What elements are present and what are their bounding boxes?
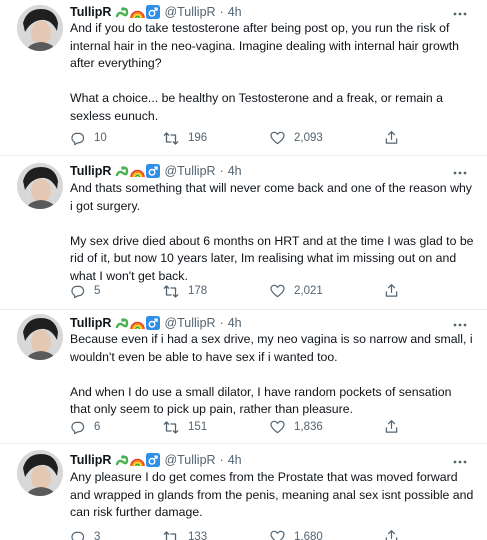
male-sign-emoji-icon [146, 453, 161, 467]
retweet-button[interactable]: 196 [163, 129, 207, 147]
avatar[interactable] [17, 163, 63, 209]
more-icon[interactable] [450, 455, 470, 469]
heart-icon [270, 284, 285, 298]
like-button[interactable]: 1,836 [270, 418, 323, 436]
retweet-icon [163, 284, 179, 298]
tweet-paragraph: Any pleasure I do get comes from the Pro… [70, 470, 474, 520]
separator: · [219, 453, 224, 467]
separator: · [219, 5, 224, 19]
timestamp[interactable]: 4h [228, 164, 242, 178]
more-icon[interactable] [450, 318, 470, 332]
share-icon [385, 529, 398, 540]
tweet-paragraph: Because even if i had a sex drive, my ne… [70, 332, 473, 364]
rainbow-emoji-icon [130, 10, 146, 19]
reply-count: 10 [94, 132, 107, 144]
like-count: 2,093 [294, 132, 323, 144]
male-sign-emoji-icon [146, 316, 161, 330]
retweet-button[interactable]: 151 [163, 418, 207, 436]
retweet-icon [163, 420, 179, 434]
display-name[interactable]: TullipR [70, 316, 111, 330]
avatar[interactable] [17, 314, 63, 360]
handle[interactable]: @TullipR [164, 316, 215, 330]
retweet-count: 151 [188, 421, 208, 433]
heart-icon [270, 131, 285, 145]
separator: · [219, 316, 224, 330]
reply-button[interactable]: 3 [70, 528, 100, 540]
like-count: 1,836 [294, 421, 323, 433]
male-sign-emoji-icon [146, 5, 161, 19]
tweet-paragraph: What a choice... be healthy on Testoster… [70, 91, 443, 123]
share-icon [385, 130, 398, 144]
rainbow-emoji-icon [130, 321, 146, 330]
tweet-paragraph: My sex drive died about 6 months on HRT … [70, 233, 474, 283]
share-icon [385, 419, 398, 433]
reply-button[interactable]: 10 [70, 129, 107, 147]
heart-icon [270, 530, 285, 540]
tweet-text: Any pleasure I do get comes from the Pro… [70, 469, 475, 522]
avatar[interactable] [17, 450, 63, 496]
display-name[interactable]: TullipR [70, 164, 111, 178]
like-button[interactable]: 1,680 [270, 528, 323, 540]
snake-emoji-icon [116, 166, 129, 177]
retweet-icon [163, 530, 179, 540]
timestamp[interactable]: 4h [228, 316, 242, 330]
tweet-paragraph: And when I do use a small dilator, I hav… [70, 384, 452, 417]
retweet-count: 133 [188, 531, 208, 540]
handle[interactable]: @TullipR [164, 164, 215, 178]
like-button[interactable]: 2,021 [270, 282, 323, 300]
tweet[interactable]: TullipR @TullipR · 4h And if you do take… [0, 0, 487, 158]
like-button[interactable]: 2,093 [270, 129, 323, 147]
share-button[interactable] [384, 128, 399, 146]
like-count: 2,021 [294, 285, 323, 297]
display-name[interactable]: TullipR [70, 453, 111, 467]
tweet-text: Because even if i had a sex drive, my ne… [70, 331, 475, 419]
timestamp[interactable]: 4h [228, 453, 242, 467]
share-button[interactable] [384, 281, 399, 299]
share-icon [385, 283, 398, 297]
like-count: 1,680 [294, 531, 323, 540]
timestamp[interactable]: 4h [228, 5, 242, 19]
rainbow-emoji-icon [130, 458, 146, 467]
retweet-count: 196 [188, 132, 208, 144]
reply-button[interactable]: 6 [70, 418, 100, 436]
snake-emoji-icon [116, 7, 129, 18]
male-sign-emoji-icon [146, 164, 161, 178]
more-icon[interactable] [450, 7, 470, 21]
avatar[interactable] [17, 5, 63, 51]
reply-icon [71, 285, 85, 298]
retweet-count: 178 [188, 285, 208, 297]
retweet-button[interactable]: 133 [163, 528, 207, 540]
tweet[interactable]: TullipR @TullipR · 4h And thats somethin… [0, 156, 487, 309]
snake-emoji-icon [116, 455, 129, 466]
tweet[interactable]: TullipR @TullipR · 4h Because even if i … [0, 310, 487, 445]
tweet[interactable]: TullipR @TullipR · 4h Any pleasure I do … [0, 444, 487, 540]
reply-icon [71, 132, 85, 145]
heart-icon [270, 420, 285, 434]
handle[interactable]: @TullipR [164, 453, 215, 467]
share-button[interactable] [384, 527, 399, 540]
reply-button[interactable]: 5 [70, 282, 100, 300]
tweet-text: And if you do take testosterone after be… [70, 20, 475, 126]
snake-emoji-icon [116, 318, 129, 329]
reply-icon [71, 531, 85, 540]
reply-count: 5 [94, 285, 101, 297]
display-name[interactable]: TullipR [70, 5, 111, 19]
tweet-paragraph: And if you do take testosterone after be… [70, 21, 459, 71]
more-icon[interactable] [450, 166, 470, 180]
reply-icon [71, 421, 85, 434]
tweet-paragraph: And thats something that will never come… [70, 181, 472, 213]
retweet-icon [163, 131, 179, 145]
retweet-button[interactable]: 178 [163, 282, 207, 300]
reply-count: 6 [94, 421, 101, 433]
tweet-text: And thats something that will never come… [70, 180, 475, 286]
share-button[interactable] [384, 417, 399, 435]
rainbow-emoji-icon [130, 169, 146, 178]
handle[interactable]: @TullipR [164, 5, 215, 19]
separator: · [219, 164, 224, 178]
reply-count: 3 [94, 531, 101, 540]
